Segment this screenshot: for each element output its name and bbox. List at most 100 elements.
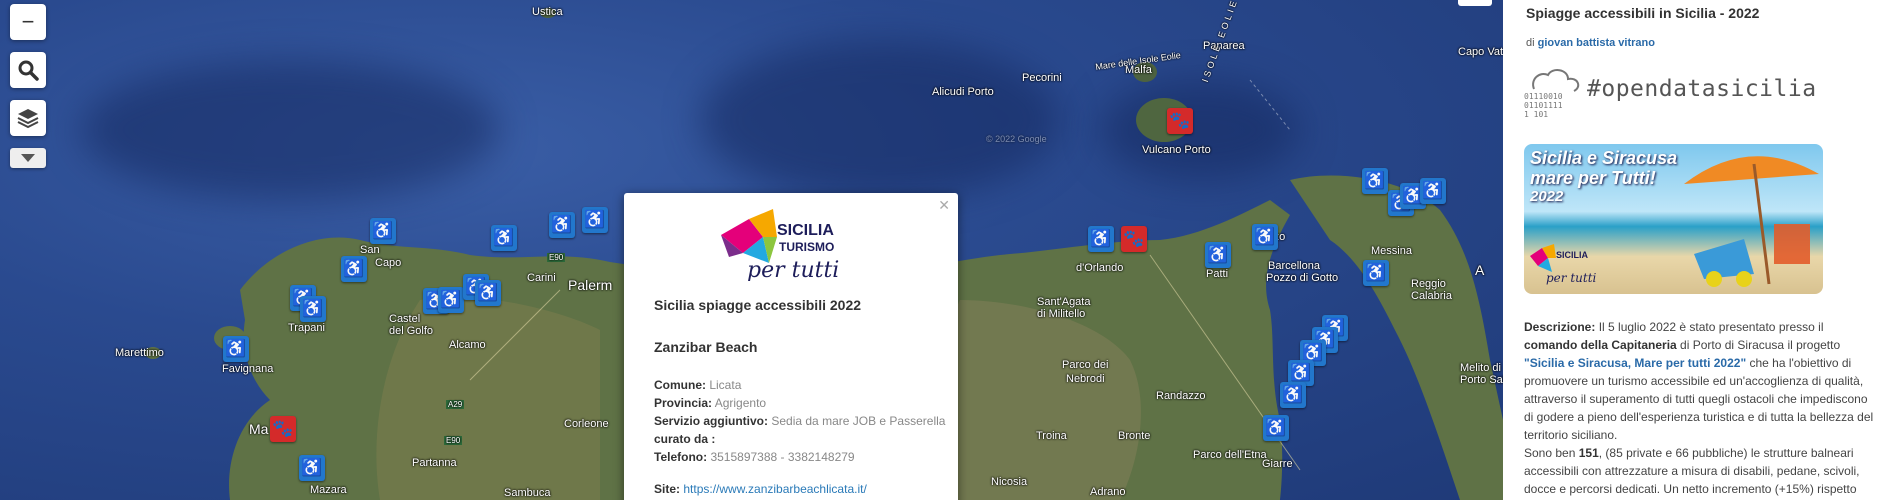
cloud-icon: 01110010 01101111 1 101 (1524, 69, 1580, 119)
map-marker-accessible[interactable]: ♿ (1420, 178, 1446, 204)
map-control-edge[interactable] (1458, 0, 1492, 6)
place-label: d'Orlando (1076, 262, 1124, 274)
popup-row-comune: Comune: Licata (654, 378, 742, 392)
place-label: Nebrodi (1066, 373, 1105, 385)
map-marker-accessible[interactable]: ♿ (582, 207, 608, 233)
map-marker-accessible[interactable]: ♿ (299, 455, 325, 481)
place-label: Capo (375, 257, 402, 269)
banner-logo: SICILIA per tutti (1530, 244, 1597, 285)
feature-popup: ✕ SICILIA TURISMO per tutti Sicilia spia… (624, 193, 958, 500)
map-marker-accessible[interactable]: ♿ (1363, 260, 1389, 286)
place-label: Vulcano Porto (1142, 144, 1211, 156)
umbrella-beach-illustration (1684, 156, 1819, 287)
search-icon (18, 60, 39, 81)
road-shield: E90 (444, 436, 463, 445)
map-marker-accessible[interactable]: ♿ (549, 212, 575, 238)
popup-row-provincia: Provincia: Agrigento (654, 396, 767, 410)
place-label: Favignana (222, 363, 274, 375)
place-label: Capo Vat (1458, 46, 1503, 58)
map-marker-pet[interactable]: 🐾 (270, 416, 296, 442)
layers-button[interactable] (10, 100, 46, 136)
place-label: Nicosia (991, 476, 1028, 488)
place-label: Ustica (532, 6, 563, 18)
hashtag: #opendatasicilia (1587, 76, 1817, 102)
project-link[interactable]: "Sicilia e Siracusa, Mare per tutti 2022… (1524, 356, 1746, 370)
svg-text:per tutti: per tutti (1546, 271, 1597, 285)
promo-banner: Sicilia e Siracusa mare per Tutti! 2022 … (1524, 144, 1823, 294)
place-label: Porto Sal (1460, 374, 1503, 386)
place-label: A (1475, 262, 1485, 278)
banner-line1: Sicilia e Siracusa (1530, 148, 1678, 168)
map-marker-accessible[interactable]: ♿ (491, 225, 517, 251)
place-label: Trapani (288, 322, 325, 334)
place-label: di Militello (1037, 308, 1086, 320)
place-label: Castel (389, 313, 421, 325)
place-label: Mazara (310, 484, 347, 496)
svg-text:01110010: 01110010 (1524, 92, 1563, 101)
place-label: del Golfo (389, 325, 434, 337)
map-marker-accessible[interactable]: ♿ (1263, 415, 1289, 441)
banner-line2: mare per Tutti! (1530, 168, 1656, 188)
popup-title: Sicilia spiagge accessibili 2022 (654, 297, 862, 313)
place-label: Calabria (1411, 290, 1452, 302)
map-marker-accessible[interactable]: ♿ (438, 287, 464, 313)
svg-text:1 101: 1 101 (1524, 110, 1548, 119)
place-label: Pecorini (1022, 72, 1062, 84)
place-label: Palerm (568, 277, 613, 293)
place-label: San (360, 244, 380, 256)
map-marker-accessible[interactable]: ♿ (1205, 242, 1231, 268)
place-label: Reggio (1411, 278, 1446, 290)
svg-text:SICILIA: SICILIA (1556, 250, 1589, 260)
place-label: Sambuca (504, 487, 551, 499)
map-watermark: © 2022 Google (986, 134, 1047, 144)
map-marker-accessible[interactable]: ♿ (475, 280, 501, 306)
banner-year: 2022 (1530, 188, 1564, 205)
logo-line2: TURISMO (779, 240, 834, 254)
svg-text:01101111: 01101111 (1524, 101, 1563, 110)
place-label: Melito di (1460, 362, 1501, 374)
sicilia-turismo-logo: SICILIA TURISMO per tutti (721, 209, 839, 281)
map-marker-pet[interactable]: 🐾 (1167, 108, 1193, 134)
place-label: Sant'Agata (1037, 296, 1091, 308)
popup-row-telefono: Telefono: 3515897388 - 3382148279 (654, 450, 855, 464)
place-label: Alicudi Porto (932, 86, 994, 98)
zoom-out-button[interactable]: − (10, 4, 46, 40)
sidebar-title: Spiagge accessibili in Sicilia - 2022 (1526, 5, 1760, 21)
place-label: Randazzo (1156, 390, 1206, 402)
popup-row-servizio: Servizio aggiuntivo: Sedia da mare JOB e… (654, 414, 946, 428)
map-marker-accessible[interactable]: ♿ (1088, 226, 1114, 252)
place-label: Ma (249, 421, 269, 437)
close-icon[interactable]: ✕ (938, 197, 950, 214)
map-marker-accessible[interactable]: ♿ (1252, 224, 1278, 250)
map[interactable]: Ustica Alicudi Porto Pecorini Malfa Pana… (0, 0, 1503, 500)
expand-toggle-button[interactable] (10, 148, 46, 168)
place-label: Barcellona (1268, 260, 1320, 272)
logo-line3: per tutti (747, 258, 839, 281)
map-marker-accessible[interactable]: ♿ (1280, 382, 1306, 408)
map-marker-pet[interactable]: 🐾 (1121, 226, 1147, 252)
popup-feature-name: Zanzibar Beach (654, 339, 758, 355)
place-label: Patti (1206, 268, 1229, 280)
search-button[interactable] (10, 52, 46, 88)
place-label: Adrano (1090, 486, 1126, 498)
author-link[interactable]: giovan battista vitrano (1538, 37, 1655, 49)
road-shield: A29 (446, 400, 465, 409)
map-marker-accessible[interactable]: ♿ (370, 218, 396, 244)
place-label: Pozzo di Gotto (1266, 272, 1339, 284)
layers-icon (17, 109, 39, 129)
popup-row-curato: curato da : (654, 432, 716, 446)
map-marker-accessible[interactable]: ♿ (1362, 168, 1388, 194)
place-label: Parco dei (1062, 359, 1109, 371)
description: Descrizione: Il 5 luglio 2022 è stato pr… (1524, 320, 1874, 496)
popup-row-site: Site: https://www.zanzibarbeachlicata.it… (654, 482, 867, 496)
logo-line1: SICILIA (777, 222, 834, 239)
map-marker-accessible[interactable]: ♿ (341, 256, 367, 282)
place-label: Partanna (412, 457, 457, 469)
boundary-line (1249, 79, 1291, 131)
map-marker-accessible[interactable]: ♿ (223, 336, 249, 362)
sidebar: Spiagge accessibili in Sicilia - 2022 di… (1503, 0, 1900, 500)
place-label: Giarre (1262, 458, 1293, 470)
chevron-down-icon (21, 154, 35, 162)
map-marker-accessible[interactable]: ♿ (300, 296, 326, 322)
site-link[interactable]: https://www.zanzibarbeachlicata.it/ (683, 482, 866, 496)
